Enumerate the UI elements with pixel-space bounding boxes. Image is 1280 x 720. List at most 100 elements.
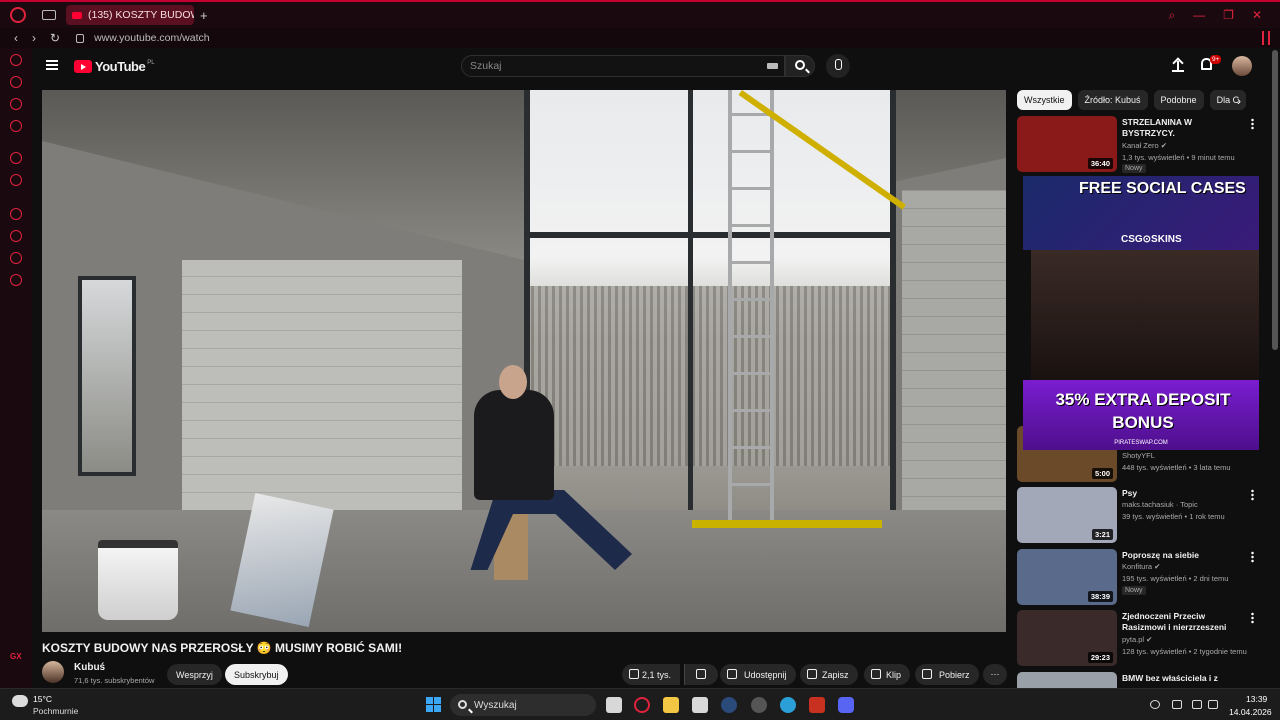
- share-button[interactable]: Udostępnij: [720, 664, 796, 685]
- ad-banner-bottom[interactable]: 35% EXTRA DEPOSIT BONUS PIRATESWAP.COM: [1023, 380, 1259, 450]
- recommendation-channel[interactable]: maks.tachasiuk · Topic: [1122, 500, 1198, 509]
- video-duration: 3:21: [1091, 529, 1113, 540]
- recommendation-channel[interactable]: pyta.pl ✔: [1122, 635, 1152, 644]
- taskbar-search[interactable]: Wyszukaj: [450, 694, 596, 716]
- channel-name[interactable]: Kubuś: [74, 662, 105, 673]
- voice-search-button[interactable]: [826, 54, 850, 78]
- browser-tab[interactable]: (135) KOSZTY BUDOWY NAS: [66, 5, 194, 25]
- tab-island-icon[interactable]: [42, 10, 56, 20]
- sidebar-history-icon[interactable]: [10, 230, 22, 242]
- support-button[interactable]: Wesprzyj: [167, 664, 222, 685]
- chip-related[interactable]: Podobne: [1153, 90, 1204, 110]
- sidebar-gx-corner-icon[interactable]: [10, 76, 22, 88]
- steam-icon[interactable]: [721, 697, 737, 713]
- recommendation-channel[interactable]: ShotyYFL: [1122, 451, 1155, 460]
- chip-from-channel[interactable]: Źródło: Kubuś: [1077, 90, 1148, 110]
- reload-button[interactable]: ↻: [50, 31, 60, 45]
- video-thumbnail[interactable]: 36:40: [1017, 116, 1117, 172]
- url-field[interactable]: www.youtube.com/watch: [94, 32, 210, 44]
- chevron-up-icon[interactable]: [1128, 700, 1138, 709]
- video-thumbnail[interactable]: 29:23: [1017, 610, 1117, 666]
- cloud-icon[interactable]: [12, 695, 28, 707]
- new-tab-button[interactable]: +: [200, 8, 208, 23]
- weather-temperature[interactable]: 15°C: [33, 694, 52, 704]
- youtube-logo[interactable]: YouTube PL: [74, 59, 155, 74]
- opera-gx-app-icon[interactable]: [634, 697, 650, 713]
- video-thumbnail[interactable]: 38:39: [1017, 549, 1117, 605]
- edge-icon[interactable]: [780, 697, 796, 713]
- recommendation-title[interactable]: Psy: [1122, 488, 1246, 499]
- opera-logo-icon[interactable]: [10, 7, 26, 23]
- sidebar-player-icon[interactable]: [10, 208, 22, 220]
- sidebar-youtube-icon[interactable]: [10, 174, 22, 186]
- user-avatar[interactable]: [1232, 56, 1252, 76]
- search-button[interactable]: [785, 55, 815, 77]
- discord-icon[interactable]: [838, 697, 854, 713]
- sidebar-extensions-icon[interactable]: [10, 252, 22, 264]
- file-explorer-icon[interactable]: [663, 697, 679, 713]
- sidebar-gx-label[interactable]: GX: [10, 652, 22, 661]
- chevron-right-icon[interactable]: ›: [1237, 94, 1241, 108]
- video-thumbnail[interactable]: [1017, 672, 1117, 688]
- clock-time[interactable]: 13:39: [1246, 694, 1267, 704]
- minimize-button[interactable]: —: [1193, 8, 1205, 23]
- forward-button[interactable]: ›: [32, 31, 36, 45]
- dislike-button[interactable]: [684, 664, 718, 685]
- microphone-icon[interactable]: [1172, 700, 1182, 709]
- video-thumbnail[interactable]: 3:21: [1017, 487, 1117, 543]
- recording-app-icon[interactable]: [751, 697, 767, 713]
- network-icon[interactable]: [1192, 700, 1202, 709]
- recommendation-item[interactable]: 3:21 Psy maks.tachasiuk · Topic 39 tys. …: [1017, 487, 1257, 545]
- hamburger-menu-icon[interactable]: [46, 60, 58, 70]
- ad-overlay[interactable]: FREE SOCIAL CASES CSG⊙SKINS 35% EXTRA DE…: [1023, 176, 1259, 450]
- clip-button[interactable]: Klip: [864, 664, 911, 685]
- lock-icon[interactable]: [76, 33, 85, 43]
- search-tabs-icon[interactable]: ⌕: [1168, 8, 1175, 23]
- sidebar-messenger-icon[interactable]: [10, 98, 22, 110]
- recommendation-channel[interactable]: Konfitura ✔: [1122, 562, 1160, 571]
- shield-app-icon[interactable]: [809, 697, 825, 713]
- kebab-menu-icon[interactable]: [1251, 118, 1254, 130]
- kebab-menu-icon[interactable]: [1251, 489, 1254, 501]
- more-actions-button[interactable]: ⋯: [983, 664, 1007, 685]
- recommendation-item[interactable]: 36:40 STRZELANINA W BYSTRZYCY. ROZMAWIAL…: [1017, 116, 1257, 174]
- sidebar-news-icon[interactable]: [10, 120, 22, 132]
- like-button[interactable]: 2,1 tys.: [622, 664, 681, 685]
- recommendation-item[interactable]: BMW bez właściciela i z: [1017, 672, 1257, 688]
- sidebar-twitch-icon[interactable]: [10, 152, 22, 164]
- sidebar-toggle-icon[interactable]: [1262, 31, 1270, 45]
- recommendation-title[interactable]: STRZELANINA W BYSTRZYCY. ROZMAWIALIŚMY Z…: [1122, 117, 1246, 139]
- sidebar-gx-control-icon[interactable]: [10, 54, 22, 66]
- download-button[interactable]: Pobierz: [915, 664, 979, 685]
- close-button[interactable]: ✕: [1252, 8, 1262, 23]
- video-player[interactable]: [42, 90, 1006, 632]
- ad-banner-top[interactable]: FREE SOCIAL CASES CSG⊙SKINS: [1023, 176, 1259, 250]
- recommendation-item[interactable]: 38:39 Poproszę na siebie Konfitura ✔ 195…: [1017, 549, 1257, 607]
- recommendation-title[interactable]: BMW bez właściciela i z: [1122, 673, 1246, 684]
- keyboard-icon[interactable]: [767, 63, 778, 69]
- recommendation-title[interactable]: Zjednoczeni Przeciw Rasizmowi i nierzrze…: [1122, 611, 1246, 633]
- back-button[interactable]: ‹: [14, 31, 18, 45]
- recommendation-item[interactable]: 29:23 Zjednoczeni Przeciw Rasizmowi i ni…: [1017, 610, 1257, 668]
- recommendation-channel[interactable]: Kanał Zero ✔: [1122, 141, 1167, 150]
- sidebar-scrollbar[interactable]: [1272, 50, 1278, 350]
- recommendation-meta: 128 tys. wyświetleń • 2 tygodnie temu: [1122, 647, 1247, 656]
- task-view-icon[interactable]: [606, 697, 622, 713]
- create-upload-icon[interactable]: [1172, 58, 1184, 72]
- channel-avatar[interactable]: [42, 661, 64, 683]
- search-input[interactable]: Szukaj: [461, 55, 785, 77]
- chip-all[interactable]: Wszystkie: [1017, 90, 1072, 110]
- subscribe-button[interactable]: Subskrybuj: [225, 664, 288, 685]
- weather-description[interactable]: Pochmurnie: [33, 706, 78, 716]
- save-button[interactable]: Zapisz: [800, 664, 858, 685]
- onedrive-icon[interactable]: [1150, 700, 1160, 709]
- kebab-menu-icon[interactable]: [1251, 551, 1254, 563]
- kebab-menu-icon[interactable]: [1251, 612, 1254, 624]
- recommendation-title[interactable]: Poproszę na siebie: [1122, 550, 1246, 561]
- store-icon[interactable]: [692, 697, 708, 713]
- clock-date[interactable]: 14.04.2026: [1229, 707, 1272, 717]
- windows-start-icon[interactable]: [426, 697, 441, 712]
- maximize-button[interactable]: ❐: [1223, 8, 1234, 23]
- volume-icon[interactable]: [1208, 700, 1218, 709]
- sidebar-settings-icon[interactable]: [10, 274, 22, 286]
